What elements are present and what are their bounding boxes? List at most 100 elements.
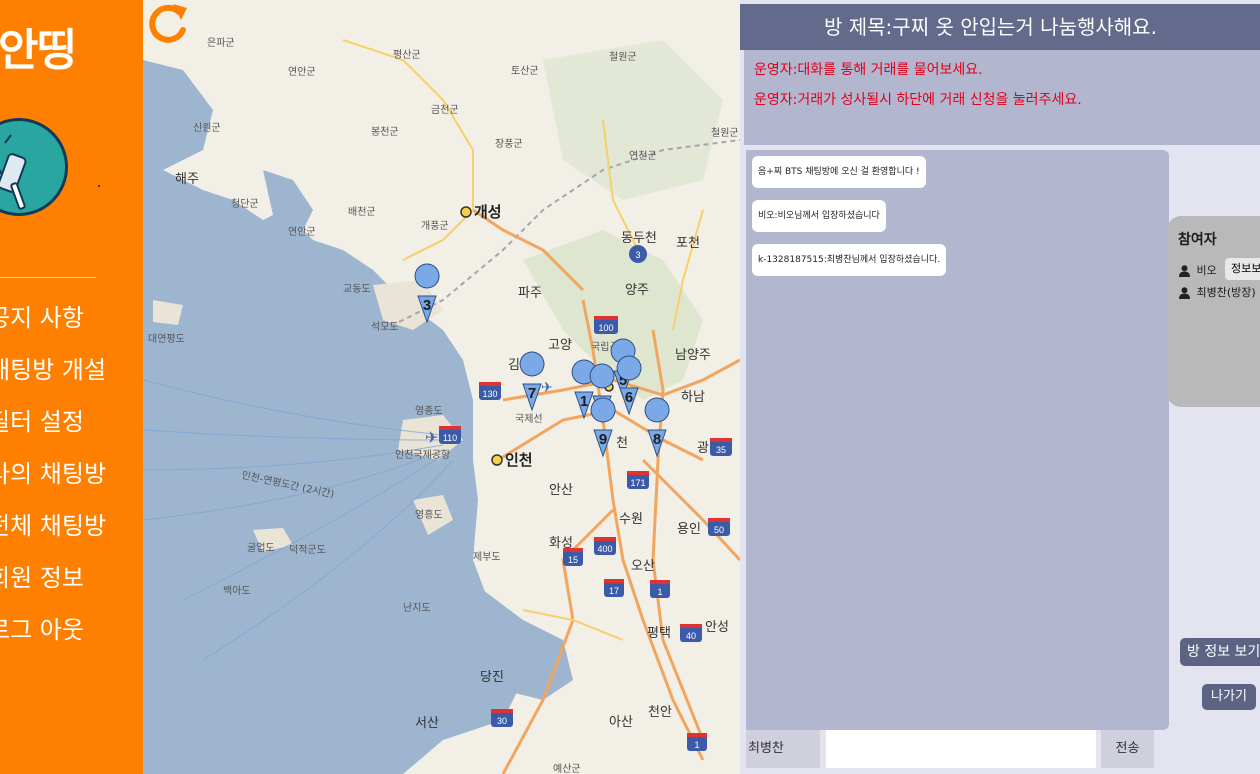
notice-message: 운영자:거래가 성사될시 하단에 거래 신청을 눌러주세요.: [754, 92, 1082, 108]
airport-icon: ✈: [425, 428, 438, 447]
place-label: 광: [697, 441, 709, 456]
place-label: 안성: [705, 620, 729, 635]
place-label: 용인: [677, 522, 701, 537]
map-view[interactable]: ✈ ✈ 은파군 평산군 철원군 연안군 토산군 금천군 신원군 봉천군 철원군 …: [143, 0, 740, 774]
sidebar: 안띵 공지 사항 채팅방 개설 필터 설정 나의 채팅방 전체 채팅방 회원 정…: [0, 0, 143, 774]
place-label: 배천군: [348, 206, 376, 218]
place-label: 파주: [518, 286, 542, 301]
place-label: 제부도: [473, 551, 501, 563]
svg-text:35: 35: [716, 445, 726, 455]
place-label: 당진: [480, 670, 504, 685]
place-label: 봉천군: [371, 126, 399, 138]
place-label: 고양: [548, 338, 572, 353]
participants-panel: 참여자 비오 정보보 최병찬(방장): [1167, 216, 1260, 407]
place-label: 연천군: [629, 150, 657, 162]
notice-area: 운영자:대화를 통해 거래를 물어보세요. 운영자:거래가 성사될시 하단에 거…: [744, 50, 1260, 145]
svg-text:7: 7: [528, 385, 536, 402]
menu-item-all-chatrooms[interactable]: 전체 채팅방: [0, 508, 143, 560]
svg-text:100: 100: [598, 323, 613, 333]
participant-name: 비오: [1196, 264, 1217, 277]
svg-text:9: 9: [599, 431, 607, 448]
place-label: 영종도: [415, 405, 443, 417]
place-label: 철원군: [609, 51, 637, 63]
svg-text:130: 130: [482, 389, 497, 399]
place-label: 해주: [175, 172, 199, 187]
leave-button[interactable]: 나가기: [1202, 684, 1256, 710]
place-label: 신원군: [193, 122, 221, 134]
place-label: 안산: [549, 483, 573, 498]
place-label: 대연평도: [148, 333, 185, 345]
svg-text:17: 17: [609, 586, 619, 596]
svg-text:40: 40: [686, 631, 696, 641]
place-label: 금천군: [431, 104, 459, 116]
svg-text:8: 8: [653, 431, 661, 448]
menu-item-create-room[interactable]: 채팅방 개설: [0, 352, 143, 404]
menu-item-notice[interactable]: 공지 사항: [0, 300, 143, 352]
room-title: 방 제목:구찌 옷 안입는거 나눔행사해요.: [824, 15, 1157, 39]
map-canvas[interactable]: ✈ ✈ 은파군 평산군 철원군 연안군 토산군 금천군 신원군 봉천군 철원군 …: [143, 0, 740, 774]
refresh-icon[interactable]: [143, 0, 191, 48]
participant-info-button[interactable]: 정보보: [1225, 258, 1260, 280]
svg-text:1: 1: [580, 393, 588, 410]
place-label: 영흥도: [415, 508, 443, 521]
hills: [543, 40, 723, 200]
chat-message: k-1328187515:최병찬님께서 입장하셨습니다.: [752, 244, 947, 276]
menu-item-member-info[interactable]: 회원 정보: [0, 560, 143, 612]
place-label: 평택: [647, 626, 671, 641]
chat-input[interactable]: [826, 730, 1096, 768]
city-marker-icon: [460, 206, 472, 218]
place-label: 연안군: [288, 66, 316, 78]
place-label: 오산: [631, 559, 655, 574]
participant-item: 비오: [1179, 262, 1217, 278]
place-label: 동두천: [621, 231, 657, 246]
place-label: 굴업도: [247, 541, 275, 554]
place-label: 백아도: [223, 585, 251, 597]
menu-item-filter-settings[interactable]: 필터 설정: [0, 404, 143, 456]
place-label: 아산: [609, 715, 633, 730]
menu-item-logout[interactable]: 로그 아웃: [0, 612, 143, 664]
participants-title: 참여자: [1178, 232, 1217, 248]
sidebar-menu: 공지 사항 채팅방 개설 필터 설정 나의 채팅방 전체 채팅방 회원 정보 로…: [0, 300, 143, 664]
place-label: 토산군: [511, 65, 539, 77]
map-marker-8[interactable]: 8: [644, 397, 670, 458]
svg-text:1: 1: [694, 740, 699, 750]
chat-messages[interactable]: 음+찌 BTS 채팅방에 오신 걸 환영합니다 ! 비오:비오님께서 입장하셨습…: [746, 150, 1169, 730]
place-label: 인천국제공항: [395, 449, 450, 461]
room-title-bar: 방 제목:구찌 옷 안입는거 나눔행사해요.: [740, 4, 1260, 50]
place-label: 석모도: [371, 321, 399, 333]
place-label: 하남: [681, 390, 705, 405]
place-label: 교동도: [343, 283, 371, 295]
place-label: 철원군: [711, 127, 739, 139]
place-label: 예산군: [553, 763, 581, 774]
user-icon: [1179, 265, 1190, 277]
place-label: 천: [616, 436, 628, 451]
place-label: 난지도: [403, 602, 431, 614]
place-label: 서산: [415, 716, 439, 731]
sender-name: 최병찬: [748, 741, 784, 756]
place-label: 천안: [648, 705, 672, 720]
send-button[interactable]: 전송: [1101, 730, 1154, 768]
participant-item: 최병찬(방장): [1179, 284, 1256, 300]
svg-text:110: 110: [443, 433, 457, 443]
svg-text:171: 171: [630, 478, 645, 488]
room-info-button[interactable]: 방 정보 보기: [1180, 638, 1260, 666]
city-marker-icon: [491, 454, 503, 466]
place-label: 포천: [676, 236, 700, 251]
place-label: 남양주: [675, 348, 711, 363]
svg-text:50: 50: [714, 525, 724, 535]
profile-avatar[interactable]: [0, 118, 68, 216]
place-label: 청단군: [231, 198, 259, 210]
place-label: 수원: [619, 512, 643, 527]
chat-message: 음+찌 BTS 채팅방에 오신 걸 환영합니다 !: [752, 156, 926, 188]
place-label: 장풍군: [495, 138, 523, 150]
airport-icon: ✈: [541, 380, 553, 396]
menu-item-my-chatrooms[interactable]: 나의 채팅방: [0, 456, 143, 508]
svg-text:15: 15: [568, 555, 578, 565]
place-label: 개성: [474, 203, 502, 221]
app-logo[interactable]: 안띵: [0, 14, 77, 78]
participant-name: 최병찬(방장): [1196, 286, 1256, 299]
place-label: 국제선: [515, 413, 543, 425]
place-label: 연안군: [288, 226, 316, 238]
sea-area: [143, 60, 523, 774]
svg-text:6: 6: [625, 389, 633, 406]
